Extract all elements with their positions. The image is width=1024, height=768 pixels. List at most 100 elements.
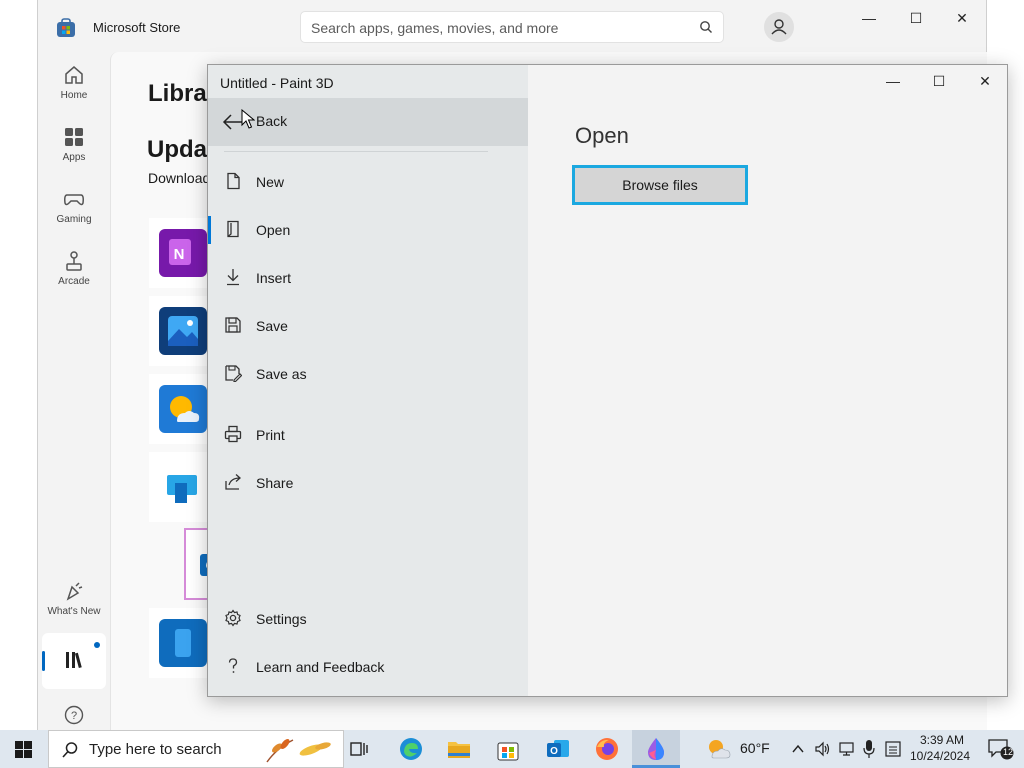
app-row-photos[interactable] <box>149 296 209 366</box>
network-icon[interactable] <box>838 740 856 758</box>
autumn-leaves-icon <box>266 739 331 763</box>
taskbar-file-explorer[interactable] <box>441 733 477 765</box>
apps-icon <box>65 128 83 146</box>
menu-item-label: Settings <box>256 611 307 627</box>
paint-window-title: Untitled - Paint 3D <box>220 75 334 91</box>
svg-text:N: N <box>174 246 185 263</box>
save-icon <box>225 317 241 333</box>
clock-time[interactable]: 3:39 AM <box>910 733 974 747</box>
store-nav-rail: Home Apps Gaming Arcade What's New <box>38 52 110 730</box>
help-icon[interactable]: ? <box>64 705 84 725</box>
menu-item-learn-feedback[interactable]: Learn and Feedback <box>208 645 528 689</box>
rail-item-label: Arcade <box>58 276 90 287</box>
photos-icon <box>159 307 207 355</box>
person-icon <box>771 19 787 35</box>
menu-item-label: Learn and Feedback <box>256 659 385 675</box>
search-icon[interactable] <box>699 20 713 34</box>
taskbar-outlook[interactable]: O <box>540 733 576 765</box>
outlook-icon: O <box>547 740 569 757</box>
firefox-icon <box>596 738 618 760</box>
folder-icon <box>448 742 470 758</box>
paint-open-panel: — ☐ ✕ Open Browse files <box>528 65 1007 696</box>
store-close-button[interactable]: ✕ <box>951 10 973 28</box>
paint-maximize-button[interactable]: ☐ <box>928 73 950 91</box>
back-button[interactable]: Back <box>208 98 528 146</box>
open-heading: Open <box>575 123 629 148</box>
task-view-icon <box>350 742 368 756</box>
pen-keyboard-icon[interactable] <box>884 739 902 759</box>
phone-link-icon <box>159 619 207 667</box>
weather-temperature[interactable]: 60°F <box>740 740 770 756</box>
open-icon <box>227 220 239 238</box>
microphone-icon[interactable] <box>862 739 876 759</box>
menu-item-settings[interactable]: Settings <box>208 597 528 641</box>
menu-item-label: Share <box>256 475 294 491</box>
taskbar-microsoft-store[interactable] <box>490 733 526 765</box>
rail-item-label: Apps <box>62 152 86 163</box>
remote-desktop-icon <box>159 463 207 511</box>
menu-item-save[interactable]: Save <box>208 304 528 348</box>
save-as-icon <box>225 365 242 382</box>
rail-item-library[interactable] <box>42 633 106 689</box>
store-maximize-button[interactable]: ☐ <box>905 10 927 28</box>
menu-item-print[interactable]: Print <box>208 413 528 457</box>
menu-item-insert[interactable]: Insert <box>208 256 528 300</box>
account-avatar[interactable] <box>764 12 794 42</box>
library-icon <box>66 652 82 669</box>
start-button[interactable] <box>0 730 48 768</box>
app-row-onenote[interactable]: N <box>149 218 209 288</box>
taskbar: Type here to search O 60°F 3:39 AM 10/24… <box>0 730 1024 768</box>
menu-item-new[interactable]: New <box>208 160 528 204</box>
app-row-phone-link[interactable] <box>149 608 209 678</box>
mouse-cursor-icon <box>241 109 255 129</box>
paint-minimize-button[interactable]: — <box>882 73 904 91</box>
library-selected-indicator <box>42 651 45 671</box>
windows-logo-icon <box>15 741 32 758</box>
app-row-weather[interactable] <box>149 374 209 444</box>
store-icon <box>497 742 519 761</box>
menu-item-save-as[interactable]: Save as <box>208 352 528 396</box>
menu-divider <box>224 151 488 152</box>
volume-icon[interactable] <box>814 740 832 758</box>
store-minimize-button[interactable]: — <box>858 10 880 28</box>
menu-item-label: Insert <box>256 270 292 286</box>
taskbar-search-box[interactable]: Type here to search <box>48 730 344 768</box>
rail-item-arcade[interactable]: Arcade <box>38 250 110 287</box>
library-heading: Librar <box>148 80 217 107</box>
rail-item-home[interactable]: Home <box>38 64 110 101</box>
browse-files-button[interactable]: Browse files <box>572 165 748 205</box>
svg-text:O: O <box>550 746 558 757</box>
settings-icon <box>225 609 241 627</box>
home-icon <box>65 66 83 84</box>
taskbar-edge[interactable] <box>393 733 429 765</box>
clock-date[interactable]: 10/24/2024 <box>906 749 974 763</box>
store-logo-icon <box>57 18 75 37</box>
store-title: Microsoft Store <box>93 20 181 35</box>
chevron-up-icon[interactable] <box>792 742 804 756</box>
gamepad-icon <box>64 194 84 206</box>
rail-item-gaming[interactable]: Gaming <box>38 188 110 225</box>
menu-item-label: Print <box>256 427 285 443</box>
paint3d-window: Untitled - Paint 3D Back New Open Insert… <box>207 64 1008 697</box>
update-badge-dot <box>94 642 100 648</box>
store-search-input[interactable]: Search apps, games, movies, and more <box>300 11 724 43</box>
app-row-remote-desktop[interactable] <box>149 452 209 522</box>
rail-item-apps[interactable]: Apps <box>38 126 110 163</box>
rail-item-whats-new[interactable]: What's New <box>38 580 110 617</box>
back-label: Back <box>256 113 288 129</box>
paint-close-button[interactable]: ✕ <box>974 73 996 91</box>
weather-partly-cloudy-icon[interactable] <box>704 737 732 761</box>
taskbar-search-placeholder: Type here to search <box>89 741 222 758</box>
updates-subtitle: Download <box>148 170 211 186</box>
print-icon <box>224 425 242 443</box>
notification-count: 12 <box>1002 747 1013 757</box>
notification-center-button[interactable]: 12 <box>988 738 1014 760</box>
task-view-button[interactable] <box>342 733 378 765</box>
weather-app-icon <box>159 385 207 433</box>
onenote-icon: N <box>159 229 207 277</box>
taskbar-paint3d[interactable] <box>638 733 674 765</box>
party-icon <box>66 582 83 601</box>
menu-item-share[interactable]: Share <box>208 461 528 505</box>
taskbar-firefox[interactable] <box>589 733 625 765</box>
menu-item-open[interactable]: Open <box>208 208 528 252</box>
